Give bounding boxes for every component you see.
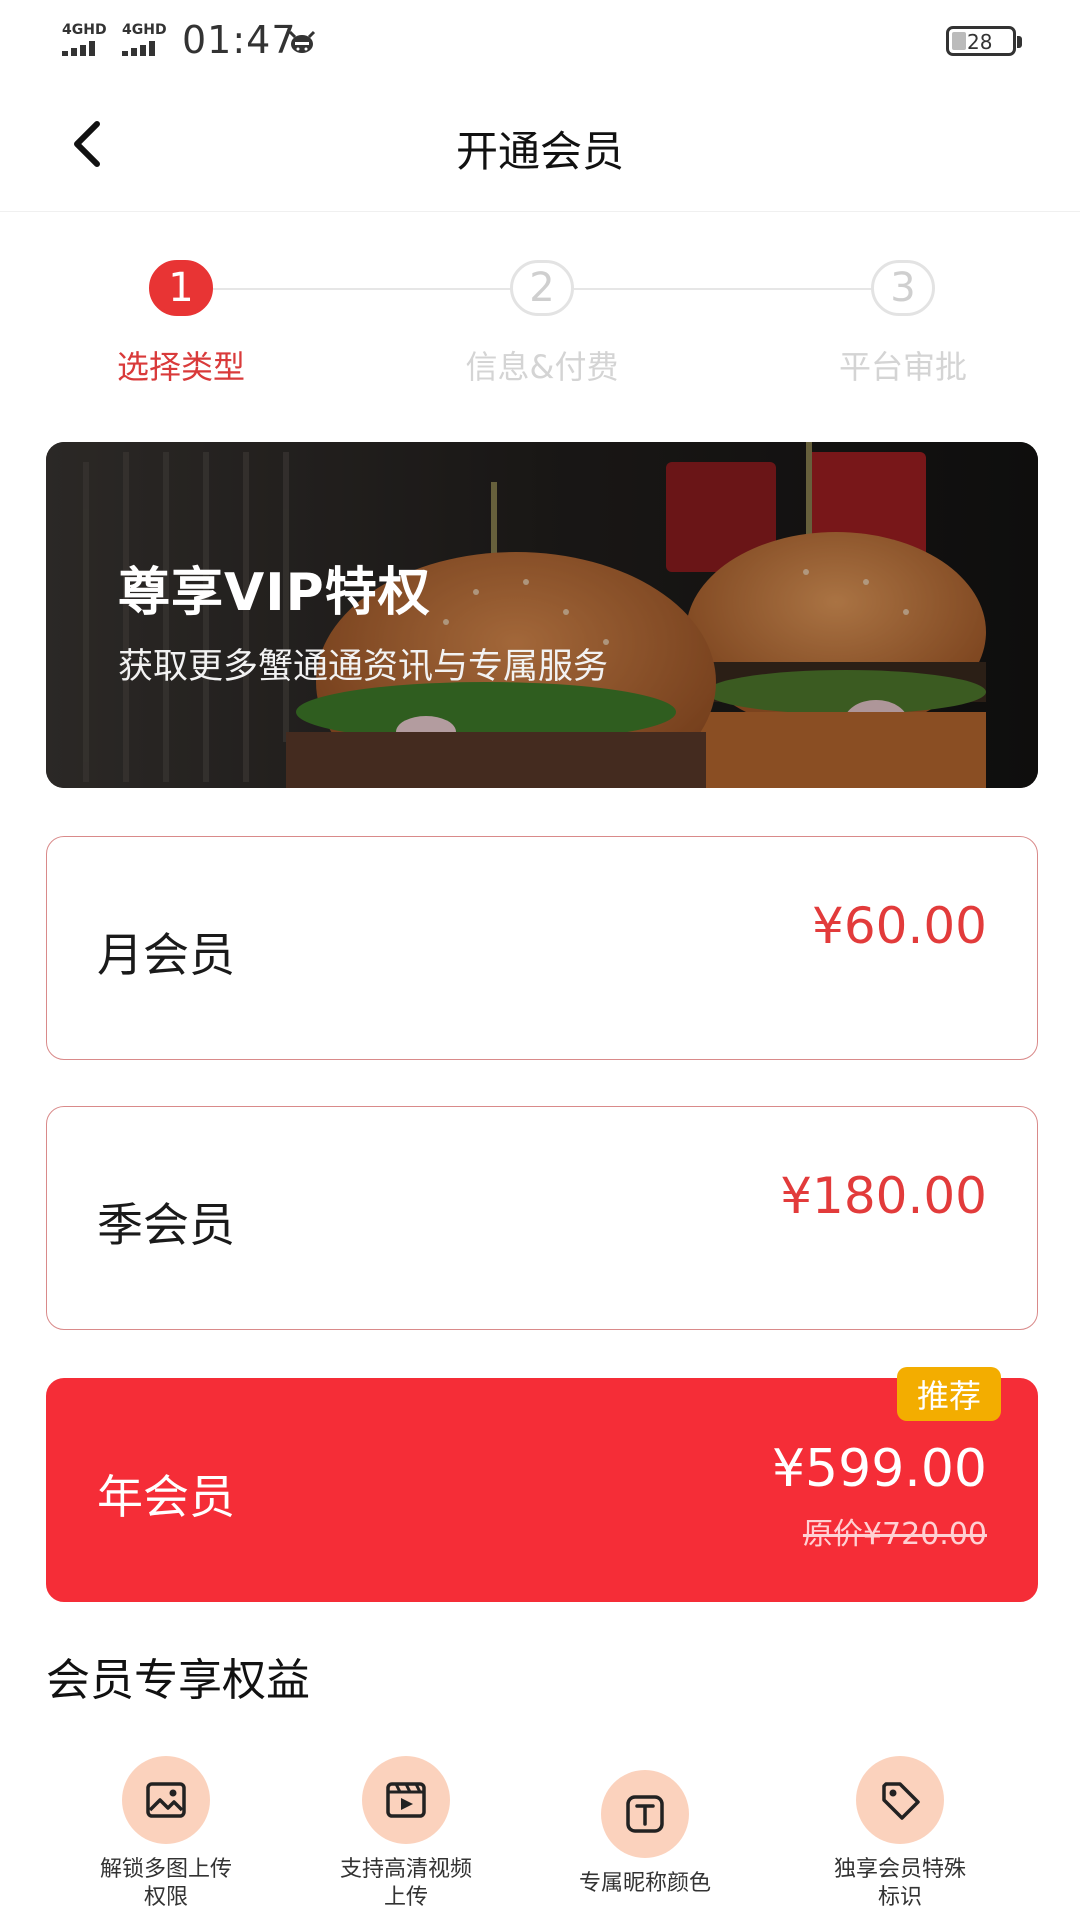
signal-icon: 4GHD [118, 22, 174, 58]
vip-banner[interactable]: 尊享VIP特权 获取更多蟹通通资讯与专属服务 [46, 442, 1038, 788]
plan-price: ¥60.00 [812, 897, 987, 955]
benefit-label: 专属昵称颜色 [578, 1871, 711, 1896]
plan-name: 月会员 [97, 928, 235, 982]
recommended-badge: 推荐 [896, 1367, 1001, 1421]
banner-title: 尊享VIP特权 [118, 563, 431, 623]
benefit-hd-video[interactable]: 支持高清视频 上传 [306, 1756, 506, 1912]
network-type-label: 4GHD [62, 22, 107, 38]
banner-subtitle: 获取更多蟹通通资讯与专属服务 [118, 647, 609, 687]
plan-yearly[interactable]: 推荐 年会员 ¥599.00 原价¥720.00 [46, 1367, 1038, 1602]
plan-name: 季会员 [97, 1198, 235, 1252]
benefit-nickname-color[interactable]: 专属昵称颜色 [545, 1770, 745, 1898]
plan-price: ¥599.00 [771, 1439, 987, 1499]
step-2: 2 信息&付费 [432, 260, 652, 388]
step-label: 信息&付费 [465, 348, 619, 386]
step-number: 1 [149, 260, 213, 316]
notification-app-icon [288, 30, 316, 53]
status-bar: 4GHD 4GHD 01:47 28 [0, 0, 1080, 84]
benefit-label: 标识 [877, 1885, 922, 1910]
image-icon [146, 1782, 186, 1818]
status-time: 01:47 [182, 18, 297, 62]
step-number: 2 [510, 260, 574, 316]
benefits-title: 会员专享权益 [46, 1655, 310, 1706]
nav-bar: 开通会员 [0, 84, 1080, 212]
step-number: 3 [871, 260, 935, 316]
plan-price: ¥180.00 [780, 1167, 987, 1225]
benefit-special-mark[interactable]: 独享会员特殊 标识 [800, 1756, 1000, 1912]
tag-icon [882, 1782, 920, 1820]
benefit-label: 权限 [143, 1885, 188, 1910]
plan-name: 年会员 [97, 1470, 235, 1524]
benefit-label: 上传 [383, 1885, 428, 1910]
benefit-label: 支持高清视频 [339, 1857, 472, 1882]
plan-monthly[interactable]: 月会员 ¥60.00 [46, 836, 1038, 1060]
signal-icon: 4GHD [58, 22, 114, 58]
step-progress: 1 选择类型 2 信息&付费 3 平台审批 [0, 250, 1080, 410]
page-title: 开通会员 [455, 127, 624, 176]
benefit-label: 解锁多图上传 [99, 1857, 232, 1882]
battery-level: 28 [967, 30, 993, 54]
step-3: 3 平台审批 [793, 260, 1013, 388]
step-1: 1 选择类型 [71, 260, 291, 388]
battery-icon: 28 [946, 26, 1022, 56]
step-label: 平台审批 [838, 348, 967, 386]
benefit-multi-image[interactable]: 解锁多图上传 权限 [66, 1756, 266, 1912]
step-label: 选择类型 [116, 348, 245, 386]
plan-quarterly[interactable]: 季会员 ¥180.00 [46, 1106, 1038, 1330]
text-icon [626, 1795, 664, 1833]
benefit-label: 独享会员特殊 [833, 1857, 966, 1882]
video-icon [386, 1782, 426, 1818]
original-price: 原价¥720.00 [802, 1517, 987, 1552]
network-type-label: 4GHD [122, 22, 167, 38]
